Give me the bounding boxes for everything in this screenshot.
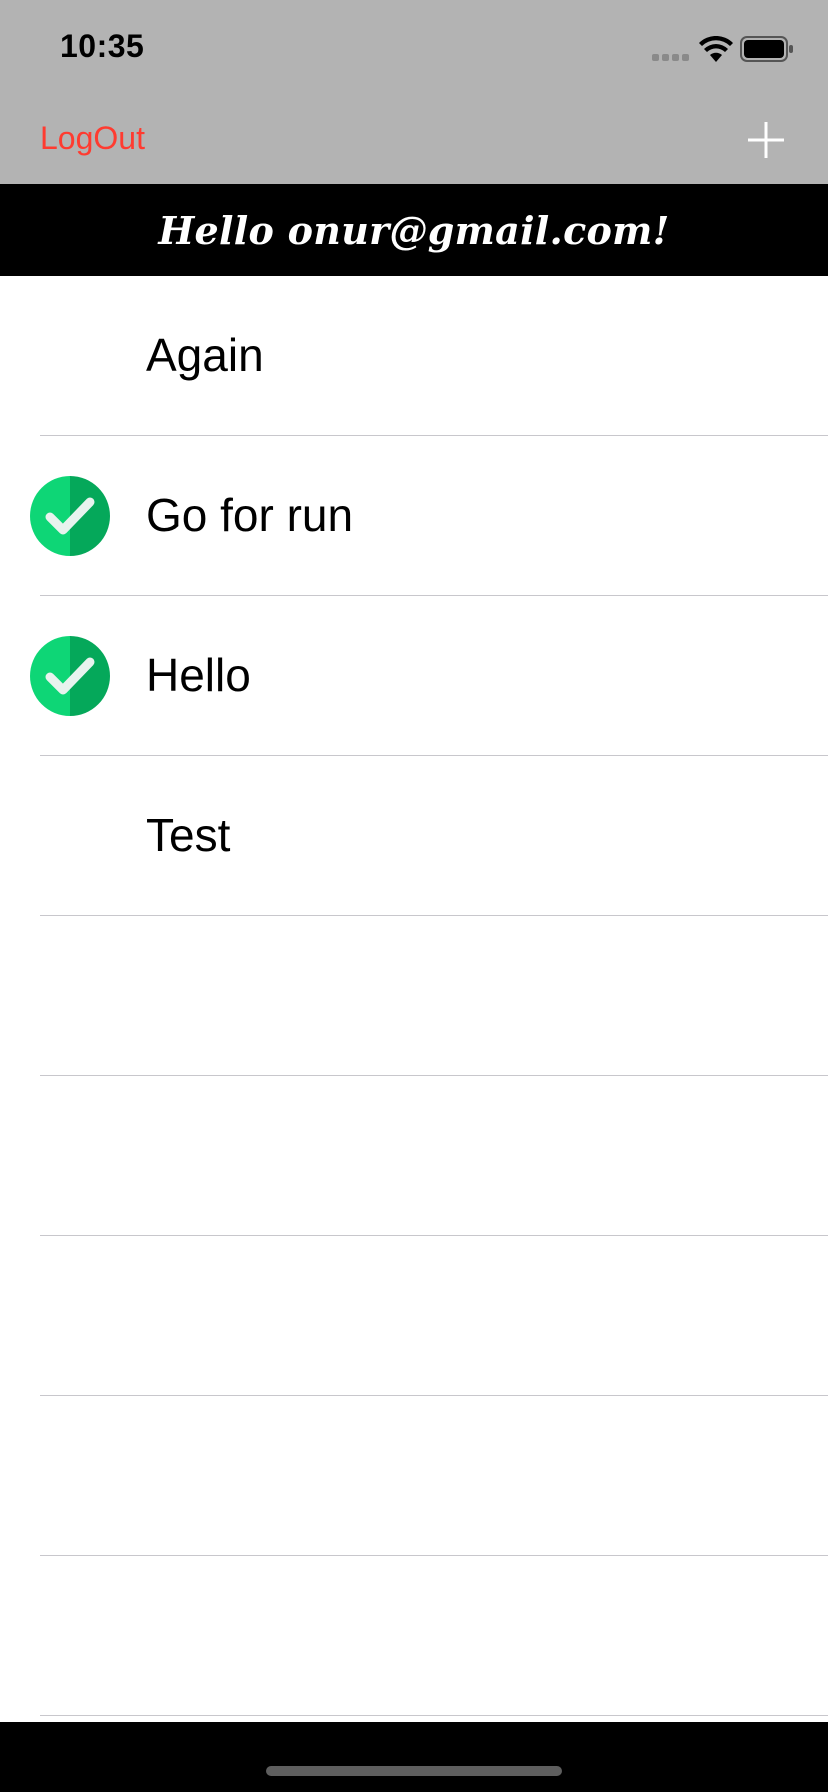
checkmark-icon[interactable]	[30, 476, 110, 556]
navigation-bar: LogOut	[0, 100, 828, 184]
todo-list[interactable]: Again Go for run Hello Test	[0, 276, 828, 1722]
todo-title: Hello	[146, 649, 251, 701]
battery-icon	[740, 36, 793, 62]
wifi-icon	[699, 36, 733, 62]
logout-button[interactable]: LogOut	[40, 120, 145, 157]
empty-row	[0, 1556, 828, 1716]
home-indicator-area	[0, 1722, 828, 1792]
home-indicator[interactable]	[266, 1766, 562, 1776]
plus-icon[interactable]	[744, 118, 788, 162]
row-separator	[40, 1715, 828, 1716]
top-bar-background: 10:35 LogOut	[0, 0, 828, 184]
todo-row[interactable]: Again	[0, 276, 828, 436]
empty-row	[0, 916, 828, 1076]
cellular-signal-icon	[652, 52, 692, 62]
app-screen: 10:35 LogOut Hello onur@gmail.com! Again…	[0, 0, 828, 1792]
empty-row	[0, 1236, 828, 1396]
checkmark-icon[interactable]	[30, 636, 110, 716]
empty-row	[0, 1396, 828, 1556]
status-bar: 10:35	[0, 0, 828, 100]
todo-title: Again	[146, 329, 264, 381]
todo-title: Go for run	[146, 489, 354, 541]
status-time: 10:35	[60, 28, 145, 64]
todo-row[interactable]: Hello	[0, 596, 828, 756]
todo-row[interactable]: Test	[0, 756, 828, 916]
todo-title: Test	[146, 809, 231, 861]
todo-row[interactable]: Go for run	[0, 436, 828, 596]
greeting-text: Hello onur@gmail.com!	[158, 207, 670, 253]
empty-row	[0, 1076, 828, 1236]
greeting-banner: Hello onur@gmail.com!	[0, 184, 828, 276]
